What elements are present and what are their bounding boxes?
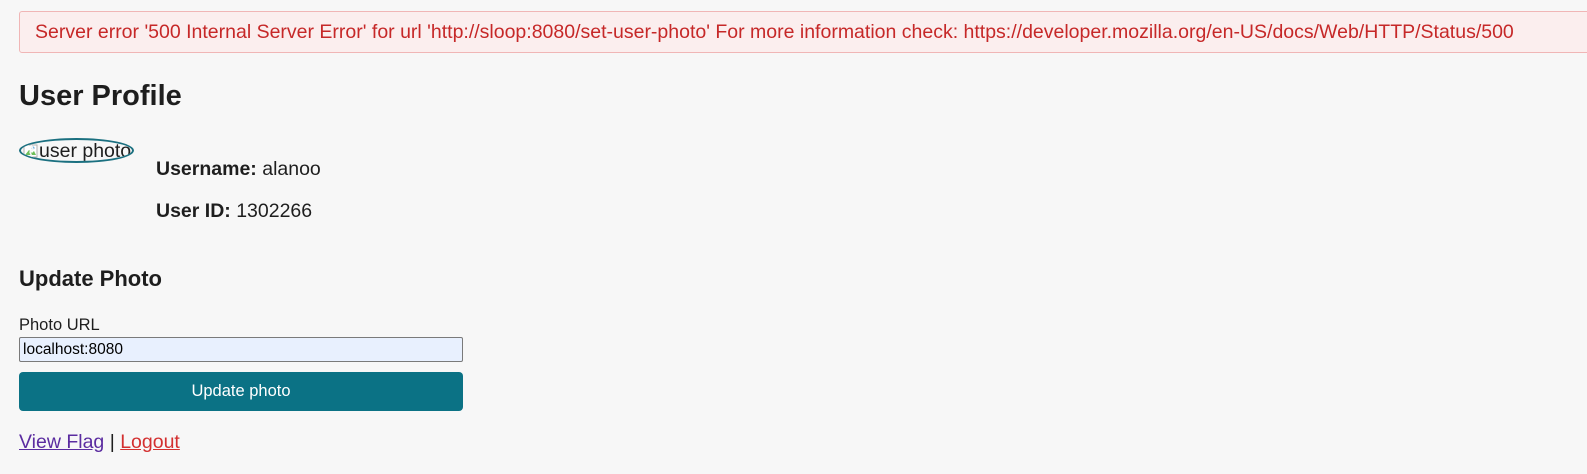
footer-links: View Flag | Logout xyxy=(19,430,180,454)
username-label: Username: xyxy=(156,158,257,180)
user-photo: user photo xyxy=(19,138,134,163)
page-title: User Profile xyxy=(19,80,182,112)
userid-row: User ID: 1302266 xyxy=(156,199,312,223)
page: Server error '500 Internal Server Error'… xyxy=(0,0,1587,474)
userid-value: 1302266 xyxy=(236,200,313,222)
photo-alt-text: user photo xyxy=(39,139,132,162)
update-photo-title: Update Photo xyxy=(19,266,162,291)
username-value: alanoo xyxy=(262,158,321,180)
error-message: Server error '500 Internal Server Error'… xyxy=(35,21,1514,43)
view-flag-link[interactable]: View Flag xyxy=(19,431,104,453)
update-photo-button[interactable]: Update photo xyxy=(19,372,463,411)
link-separator: | xyxy=(109,431,115,453)
error-banner: Server error '500 Internal Server Error'… xyxy=(19,11,1587,53)
photo-url-input[interactable] xyxy=(19,337,463,362)
photo-url-label: Photo URL xyxy=(19,316,100,334)
broken-image-icon xyxy=(23,143,39,159)
username-row: Username: alanoo xyxy=(156,157,321,181)
logout-link[interactable]: Logout xyxy=(120,431,180,453)
userid-label: User ID: xyxy=(156,200,231,222)
